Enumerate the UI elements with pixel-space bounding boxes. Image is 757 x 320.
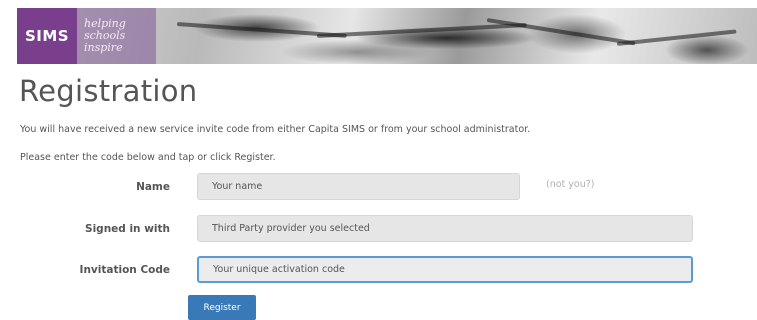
brand-tagline: helping schools inspire bbox=[77, 8, 156, 64]
name-label: Name bbox=[136, 181, 170, 193]
banner-decoration bbox=[486, 18, 636, 46]
page-title: Registration bbox=[19, 74, 198, 108]
instruction-text: Please enter the code below and tap or c… bbox=[20, 152, 276, 163]
banner-decoration bbox=[316, 23, 527, 38]
tagline-line-3: inspire bbox=[84, 41, 123, 54]
header-banner: SIMS helping schools inspire bbox=[17, 8, 757, 64]
invitation-code-input[interactable] bbox=[197, 256, 693, 283]
name-field[interactable] bbox=[197, 173, 520, 200]
intro-text: You will have received a new service inv… bbox=[20, 124, 531, 135]
signed-in-label: Signed in with bbox=[85, 223, 170, 235]
register-button[interactable]: Register bbox=[188, 295, 256, 320]
signed-in-provider-field[interactable] bbox=[197, 215, 693, 242]
sims-logo: SIMS helping schools inspire bbox=[17, 8, 156, 64]
brand-name: SIMS bbox=[17, 8, 77, 64]
banner-decoration bbox=[616, 29, 737, 46]
invitation-code-label: Invitation Code bbox=[79, 264, 170, 276]
not-you-link[interactable]: (not you?) bbox=[546, 179, 595, 190]
